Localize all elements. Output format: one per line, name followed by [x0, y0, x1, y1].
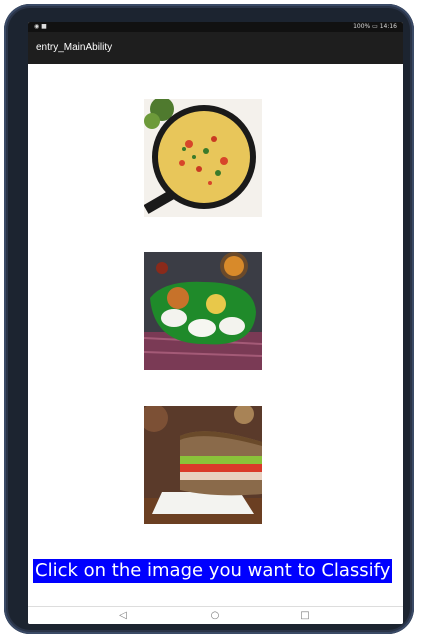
status-battery-clock: 100% ▭ 14:16: [353, 23, 397, 30]
idli-sambar-image[interactable]: [144, 252, 262, 370]
recents-icon[interactable]: □: [298, 610, 312, 622]
system-nav-bar: ◁ ○ □: [28, 606, 403, 624]
back-icon[interactable]: ◁: [116, 610, 130, 622]
screen: ◉ ■ 100% ▭ 14:16 entry_MainAbility Click…: [28, 22, 403, 624]
app-title: entry_MainAbility: [36, 42, 113, 53]
tablet-frame: ◉ ■ 100% ▭ 14:16 entry_MainAbility Click…: [4, 4, 414, 634]
status-icons-left: ◉ ■: [34, 23, 47, 30]
omelette-image[interactable]: [144, 99, 262, 217]
home-icon[interactable]: ○: [208, 610, 222, 622]
app-title-bar: entry_MainAbility: [28, 32, 403, 64]
status-bar: ◉ ■ 100% ▭ 14:16: [28, 22, 403, 32]
classify-prompt: Click on the image you want to Classify: [33, 559, 393, 583]
sandwich-image[interactable]: [144, 406, 262, 524]
main-content: Click on the image you want to Classify: [28, 64, 403, 606]
